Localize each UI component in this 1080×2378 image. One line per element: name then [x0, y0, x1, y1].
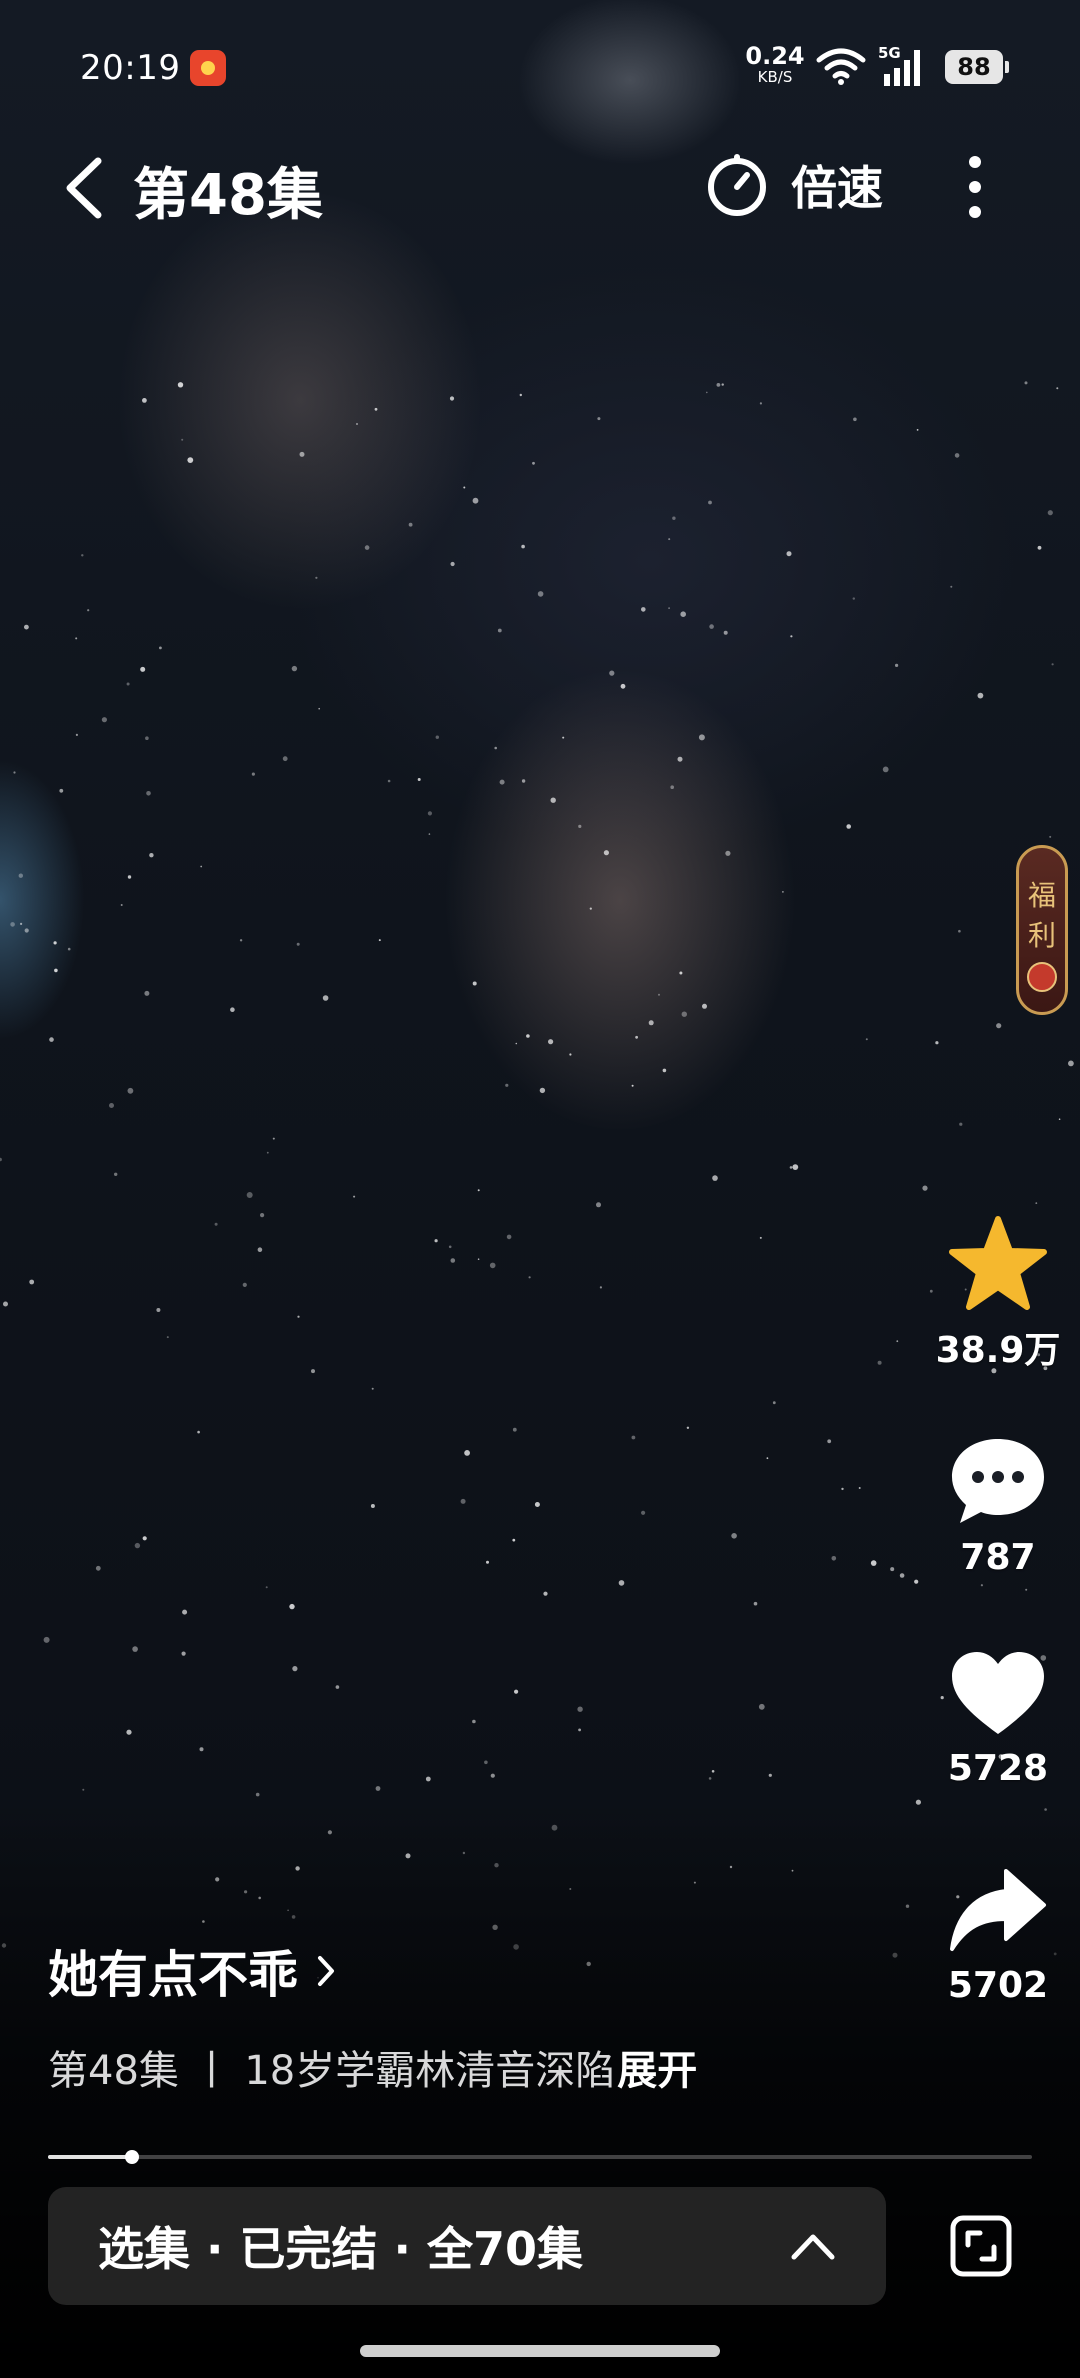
- episode-description: 第48集 丨 18岁学霸林清音深陷 展开: [48, 2038, 697, 2096]
- status-time: 20:19: [80, 48, 181, 88]
- home-indicator[interactable]: [360, 2345, 720, 2357]
- fullscreen-icon: [950, 2215, 1012, 2277]
- playback-speed-label: 倍速: [791, 161, 883, 215]
- app-notification-icon: [190, 50, 226, 86]
- heart-icon: [952, 1652, 1044, 1734]
- episode-selector-label: 选集 · 已完结 · 全70集: [98, 2222, 584, 2276]
- status-bar: 20:19 0.24 KB/S 5G 88: [0, 40, 1080, 100]
- welfare-rewards-tag[interactable]: 福利: [1016, 845, 1068, 1015]
- chevron-right-icon: [318, 1956, 334, 1986]
- battery-indicator: 88: [945, 50, 1009, 84]
- share-count: 5702: [947, 1965, 1049, 2006]
- timer-icon: [708, 154, 766, 216]
- comment-count: 787: [960, 1537, 1036, 1578]
- like-button[interactable]: 5728: [930, 1648, 1066, 1789]
- share-arrow-icon: [950, 1869, 1046, 1951]
- playback-progress-bar[interactable]: [48, 2150, 1032, 2164]
- expand-description-button[interactable]: 展开: [617, 2038, 697, 2096]
- welfare-label: 福利: [1027, 879, 1056, 952]
- drama-title: 她有点不乖: [48, 1946, 298, 2004]
- cellular-signal-icon: 5G: [878, 44, 920, 86]
- fullscreen-button[interactable]: [950, 2215, 1012, 2277]
- comment-bubble-icon: [952, 1439, 1044, 1523]
- vertical-ellipsis-icon: [969, 156, 981, 218]
- network-speed-unit: KB/S: [757, 68, 793, 86]
- red-envelope-icon: [1027, 962, 1057, 992]
- drama-title-link[interactable]: 她有点不乖: [48, 1935, 336, 2007]
- favorite-count: 38.9万: [935, 1330, 1061, 1371]
- description-text: 第48集 丨 18岁学霸林清音深陷: [48, 2048, 616, 2094]
- more-options-button[interactable]: [955, 152, 995, 222]
- wifi-icon: [816, 48, 866, 85]
- network-type-label: 5G: [878, 44, 901, 62]
- progress-scrubber-handle[interactable]: [124, 2150, 139, 2164]
- network-speed: 0.24 KB/S: [745, 44, 805, 85]
- playback-speed-button[interactable]: 倍速: [705, 150, 883, 220]
- progress-fill: [48, 2155, 132, 2159]
- back-button[interactable]: [60, 155, 112, 221]
- comment-button[interactable]: 787: [930, 1435, 1066, 1578]
- video-snow-overlay: [0, 381, 1074, 1979]
- share-button[interactable]: 5702: [930, 1865, 1066, 2006]
- network-speed-value: 0.24: [745, 42, 805, 70]
- favorite-button[interactable]: 38.9万: [930, 1215, 1066, 1373]
- star-icon: [949, 1216, 1047, 1310]
- chevron-left-icon: [66, 157, 102, 219]
- episode-selector-bar[interactable]: 选集 · 已完结 · 全70集: [48, 2187, 886, 2305]
- episode-title: 第48集: [133, 163, 323, 228]
- like-count: 5728: [947, 1748, 1049, 1789]
- chevron-up-icon: [791, 2234, 835, 2260]
